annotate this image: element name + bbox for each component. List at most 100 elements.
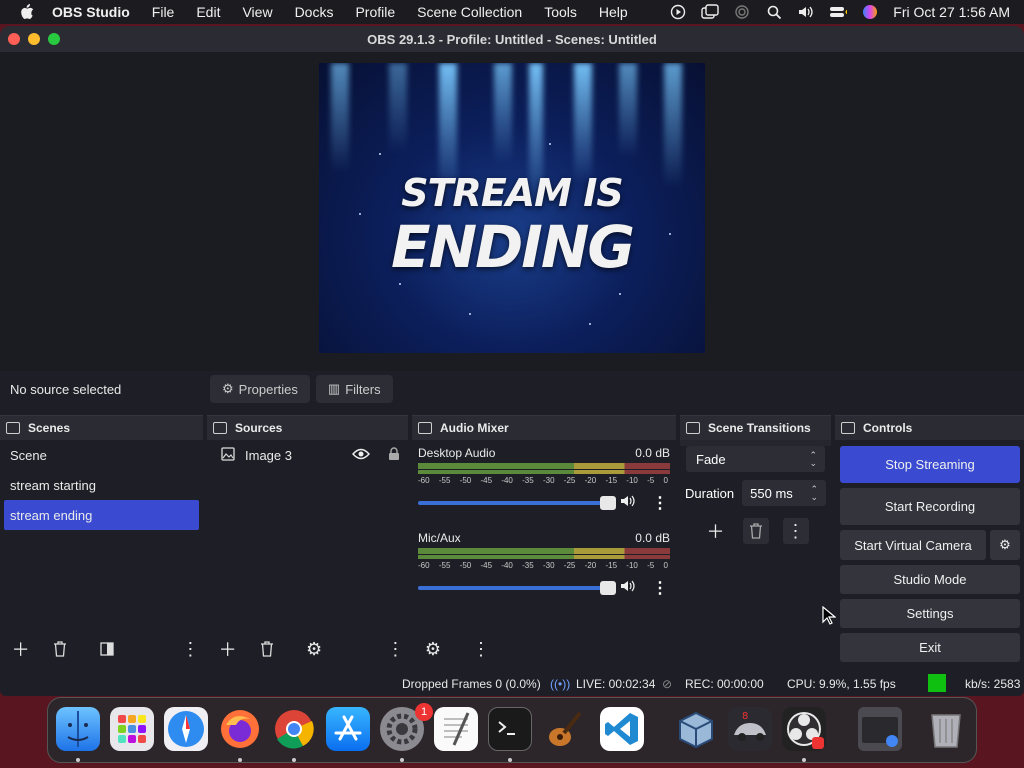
preview-text-line1: STREAM IS <box>401 171 623 215</box>
zoom-window-button[interactable] <box>48 33 60 45</box>
filters-button[interactable]: ▥ Filters <box>315 375 393 403</box>
scene-item-selected[interactable]: stream ending <box>4 500 199 530</box>
slider-knob[interactable] <box>600 496 616 510</box>
transition-select[interactable]: Fade ⌃ ⌄ <box>686 446 825 472</box>
more-options-icon[interactable]: ⋮ <box>468 636 494 662</box>
gear-icon: ⚙ <box>222 381 234 396</box>
add-transition-icon[interactable]: ＋ <box>703 518 729 544</box>
airdrop-icon[interactable] <box>733 3 751 21</box>
safari-icon[interactable] <box>164 707 208 751</box>
tick: -20 <box>584 476 597 485</box>
duration-spinbox[interactable]: 550 ms ⌃ ⌄ <box>742 480 826 506</box>
mixer-channel-mic: Mic/Aux 0.0 dB -60 -55 -50 -45 -40 -35 -30 -25 -2… <box>412 525 676 598</box>
tick: -5 <box>647 561 655 570</box>
chrome-icon[interactable] <box>272 707 316 751</box>
start-virtual-camera-button[interactable]: Start Virtual Camera <box>840 530 986 560</box>
program-preview[interactable]: STREAM IS ENDING <box>319 63 705 353</box>
scenes-title: Scenes <box>28 421 71 435</box>
sources-title: Sources <box>235 421 283 435</box>
speaker-icon[interactable] <box>620 579 636 598</box>
trash-icon[interactable] <box>47 636 72 662</box>
play-circle-icon[interactable] <box>669 3 687 21</box>
control-center-icon[interactable] <box>829 3 848 21</box>
meter-ticks: -60 -55 -50 -45 -40 -35 -30 -25 -20 -15 -10 -5 0 <box>418 476 670 485</box>
add-scene-icon[interactable]: ＋ <box>8 636 33 662</box>
folder-icon[interactable] <box>858 707 902 751</box>
scene-filter-icon[interactable] <box>95 636 120 662</box>
lock-icon[interactable] <box>388 446 400 464</box>
tick: 0 <box>663 476 668 485</box>
menu-help[interactable]: Help <box>599 4 628 20</box>
duration-value: 550 ms <box>750 485 793 501</box>
textedit-icon[interactable] <box>434 707 478 751</box>
settings-button[interactable]: Settings <box>840 599 1020 628</box>
tick: -45 <box>480 476 493 485</box>
start-recording-button[interactable]: Start Recording <box>840 488 1020 525</box>
menu-app-name[interactable]: OBS Studio <box>52 4 130 20</box>
close-window-button[interactable] <box>8 33 20 45</box>
scene-item[interactable]: Scene <box>0 440 203 470</box>
search-icon[interactable] <box>765 3 783 21</box>
terminal-icon[interactable] <box>488 707 532 751</box>
record-off-icon: ⊘ <box>662 676 673 691</box>
trash-icon[interactable] <box>924 707 968 751</box>
rec-time: REC: 00:00:00 <box>685 676 764 691</box>
menu-view[interactable]: View <box>242 4 272 20</box>
volume-meter-secondary <box>418 555 670 559</box>
dock-window-icon <box>686 422 700 434</box>
obs-icon[interactable] <box>782 707 826 751</box>
scene-transitions-dock: Scene Transitions Fade ⌃ ⌄ Duration 550 m… <box>680 415 831 672</box>
source-item[interactable]: Image 3 <box>207 440 408 470</box>
source-label: Image 3 <box>245 447 292 463</box>
menu-tools[interactable]: Tools <box>544 4 577 20</box>
tick: -15 <box>605 476 618 485</box>
menu-file[interactable]: File <box>152 4 175 20</box>
guitar-icon[interactable] <box>542 707 586 751</box>
trash-icon[interactable] <box>254 636 279 662</box>
tick: -40 <box>501 561 513 570</box>
launchpad-icon[interactable] <box>110 707 154 751</box>
menu-docks[interactable]: Docks <box>295 4 334 20</box>
menu-profile[interactable]: Profile <box>355 4 395 20</box>
exit-button[interactable]: Exit <box>840 633 1020 662</box>
volume-slider[interactable] <box>418 496 616 510</box>
more-options-icon[interactable]: ⋮ <box>178 636 203 662</box>
controls-title: Controls <box>863 421 913 435</box>
channel-level: 0.0 dB <box>635 531 670 545</box>
dropped-frames: Dropped Frames 0 (0.0%) <box>402 676 541 691</box>
trash-icon[interactable] <box>742 518 769 544</box>
more-options-icon[interactable]: ⋮ <box>782 518 809 544</box>
menu-scene-collection[interactable]: Scene Collection <box>417 4 522 20</box>
add-source-icon[interactable]: ＋ <box>215 636 240 662</box>
vscode-icon[interactable] <box>600 707 644 751</box>
volume-icon[interactable] <box>797 3 815 21</box>
advanced-audio-gear-icon[interactable]: ⚙ <box>420 636 446 662</box>
slider-knob[interactable] <box>600 581 616 595</box>
volume-slider[interactable] <box>418 581 616 595</box>
speaker-icon[interactable] <box>620 494 636 513</box>
menu-edit[interactable]: Edit <box>196 4 220 20</box>
eye-icon[interactable] <box>352 448 370 463</box>
studio-mode-button[interactable]: Studio Mode <box>840 565 1020 594</box>
clock[interactable]: Fri Oct 27 1:56 AM <box>893 4 1010 20</box>
tick: -60 <box>418 561 430 570</box>
siri-icon[interactable] <box>861 3 879 21</box>
more-options-icon[interactable]: ⋮ <box>383 636 408 662</box>
apple-icon[interactable] <box>18 3 36 21</box>
stop-streaming-button[interactable]: Stop Streaming <box>840 446 1020 483</box>
firefox-icon[interactable] <box>218 707 262 751</box>
gear-icon[interactable]: ⚙ <box>302 636 327 662</box>
minimize-window-button[interactable] <box>28 33 40 45</box>
finder-icon[interactable] <box>56 707 100 751</box>
car-icon[interactable]: 8 <box>728 707 772 751</box>
virtual-camera-gear-icon[interactable]: ⚙ <box>990 530 1020 560</box>
more-options-icon[interactable]: ⋮ <box>652 493 668 513</box>
virtualbox-icon[interactable] <box>674 707 718 751</box>
scene-item[interactable]: stream starting <box>0 470 203 500</box>
more-options-icon[interactable]: ⋮ <box>652 578 668 598</box>
properties-button[interactable]: ⚙ Properties <box>210 375 310 403</box>
window-stack-icon[interactable] <box>701 3 719 21</box>
window-title: OBS 29.1.3 - Profile: Untitled - Scenes:… <box>367 31 657 47</box>
tick: -45 <box>480 561 493 570</box>
appstore-icon[interactable] <box>326 707 370 751</box>
